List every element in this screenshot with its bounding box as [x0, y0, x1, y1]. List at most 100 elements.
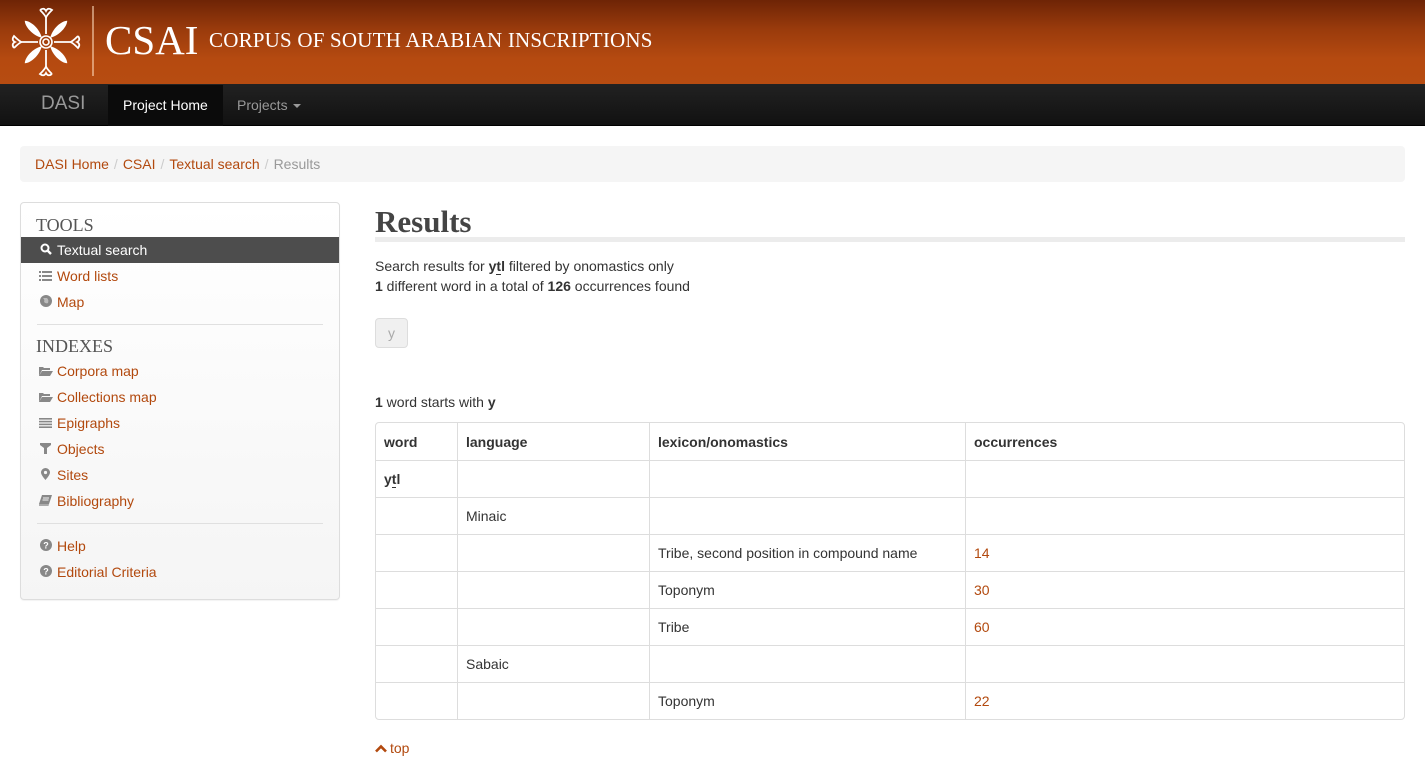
breadcrumb-textual-search[interactable]: Textual search [169, 156, 259, 172]
cell-occurrences [965, 460, 1404, 497]
sidebar-item-corpora-map[interactable]: Corpora map [21, 358, 339, 384]
sidebar-item-label: Objects [57, 441, 105, 457]
cell-occurrences [965, 497, 1404, 534]
letter-filter-button-y[interactable]: y [375, 318, 408, 348]
sidebar-item-sites[interactable]: Sites [21, 462, 339, 488]
cell-lexicon: Toponym [649, 682, 965, 719]
sidebar-item-label: Collections map [57, 389, 157, 405]
cell-lexicon [649, 497, 965, 534]
cell-lexicon: Toponym [649, 571, 965, 608]
word-count: 1 [375, 278, 383, 294]
globe-icon [38, 290, 53, 316]
column-header-word: word [384, 433, 418, 450]
table-row: ytl [376, 460, 1404, 497]
back-to-top-link[interactable]: top [375, 740, 409, 756]
occurrences-link[interactable]: 22 [974, 693, 990, 709]
starts-with-letter: y [487, 394, 496, 410]
caret-down-icon [292, 104, 301, 109]
cell-word [376, 682, 457, 719]
sidebar: TOOLS Textual search Word lists Map INDE… [20, 202, 340, 600]
question-circle-icon: ? [38, 534, 53, 560]
breadcrumb-dasi-home[interactable]: DASI Home [35, 156, 109, 172]
sidebar-item-bibliography[interactable]: Bibliography [21, 488, 339, 514]
breadcrumb-results: Results [273, 156, 321, 172]
summary-suffix: filtered by onomastics only [504, 258, 674, 274]
starts-with-count: 1 [375, 394, 383, 410]
sidebar-item-textual-search[interactable]: Textual search [21, 237, 339, 263]
sidebar-item-label: Map [57, 294, 85, 310]
cell-word [376, 571, 457, 608]
sidebar-item-label: Word lists [57, 268, 119, 284]
cell-lexicon [649, 460, 965, 497]
results-table: word language lexicon/onomastics occurre… [375, 422, 1405, 720]
sidebar-tools-header: TOOLS [36, 215, 94, 235]
align-justify-icon [38, 411, 53, 437]
count-text: different word in a total of [382, 278, 548, 294]
cell-lexicon [649, 645, 965, 682]
cell-language: Sabaic [457, 645, 649, 682]
occurrences-link[interactable]: 14 [974, 545, 990, 561]
sidebar-item-label: Editorial Criteria [57, 564, 157, 580]
cell-word[interactable]: ytl [376, 460, 457, 497]
cell-occurrences [965, 645, 1404, 682]
filter-icon [38, 437, 53, 463]
breadcrumb-csai[interactable]: CSAI [123, 156, 156, 172]
table-row: Minaic [376, 497, 1404, 534]
flower-ornament-logo-icon[interactable] [8, 4, 84, 80]
folder-open-icon [38, 359, 53, 385]
sidebar-item-help[interactable]: ? Help [21, 533, 339, 559]
column-header-lexicon: lexicon/onomastics [649, 423, 965, 460]
chevron-up-icon [375, 742, 387, 756]
site-banner: CSAI CORPUS OF SOUTH ARABIAN INSCRIPTION… [0, 0, 1425, 84]
navbar-brand-dasi[interactable]: DASI [41, 93, 85, 115]
table-row: Toponym 22 [376, 682, 1404, 719]
map-marker-icon [38, 463, 53, 489]
nav-projects-label: Projects [237, 97, 288, 113]
occurrences-link[interactable]: 60 [974, 619, 990, 635]
cell-language [457, 571, 649, 608]
cell-language [457, 534, 649, 571]
occurrence-count: 126 [547, 278, 571, 294]
table-header-row: word language lexicon/onomastics occurre… [376, 423, 1404, 460]
sidebar-item-label: Epigraphs [57, 415, 121, 431]
search-icon [38, 238, 53, 264]
cell-occurrences: 30 [965, 571, 1404, 608]
sidebar-item-word-lists[interactable]: Word lists [21, 263, 339, 289]
svg-text:?: ? [43, 567, 49, 577]
search-count-line: 1 different word in a total of 126 occur… [375, 276, 1405, 296]
sidebar-item-label: Help [57, 538, 86, 554]
cell-lexicon: Tribe, second position in compound name [649, 534, 965, 571]
top-navbar: DASI Project Home Projects [0, 84, 1425, 126]
search-query-line: Search results for ytl filtered by onoma… [375, 256, 1405, 276]
cell-word [376, 534, 457, 571]
svg-text:?: ? [43, 541, 49, 551]
query-word: ytl [489, 258, 505, 275]
cell-language [457, 460, 649, 497]
list-icon [38, 264, 53, 290]
starts-with-text: word starts with [382, 394, 488, 410]
nav-project-home[interactable]: Project Home [108, 85, 223, 126]
book-icon [38, 489, 53, 515]
sidebar-item-epigraphs[interactable]: Epigraphs [21, 410, 339, 436]
sidebar-item-label: Corpora map [57, 363, 139, 379]
back-to-top-label: top [390, 740, 410, 756]
cell-word [376, 497, 457, 534]
column-header-language: language [457, 423, 649, 460]
sidebar-item-collections-map[interactable]: Collections map [21, 384, 339, 410]
sidebar-indexes-header: INDEXES [36, 336, 113, 356]
breadcrumb: DASI Home / CSAI / Textual search / Results [20, 146, 1405, 182]
folder-open-icon [38, 385, 53, 411]
occurrences-link[interactable]: 30 [974, 582, 990, 598]
sidebar-item-editorial-criteria[interactable]: ? Editorial Criteria [21, 559, 339, 585]
sidebar-divider [37, 523, 323, 524]
cell-language [457, 608, 649, 645]
sidebar-divider [37, 324, 323, 325]
cell-occurrences: 22 [965, 682, 1404, 719]
sidebar-item-map[interactable]: Map [21, 289, 339, 315]
table-row: Toponym 30 [376, 571, 1404, 608]
sidebar-item-objects[interactable]: Objects [21, 436, 339, 462]
nav-projects-dropdown[interactable]: Projects [222, 85, 316, 126]
cell-lexicon: Tribe [649, 608, 965, 645]
site-short-title[interactable]: CSAI [105, 16, 198, 64]
cell-word [376, 608, 457, 645]
